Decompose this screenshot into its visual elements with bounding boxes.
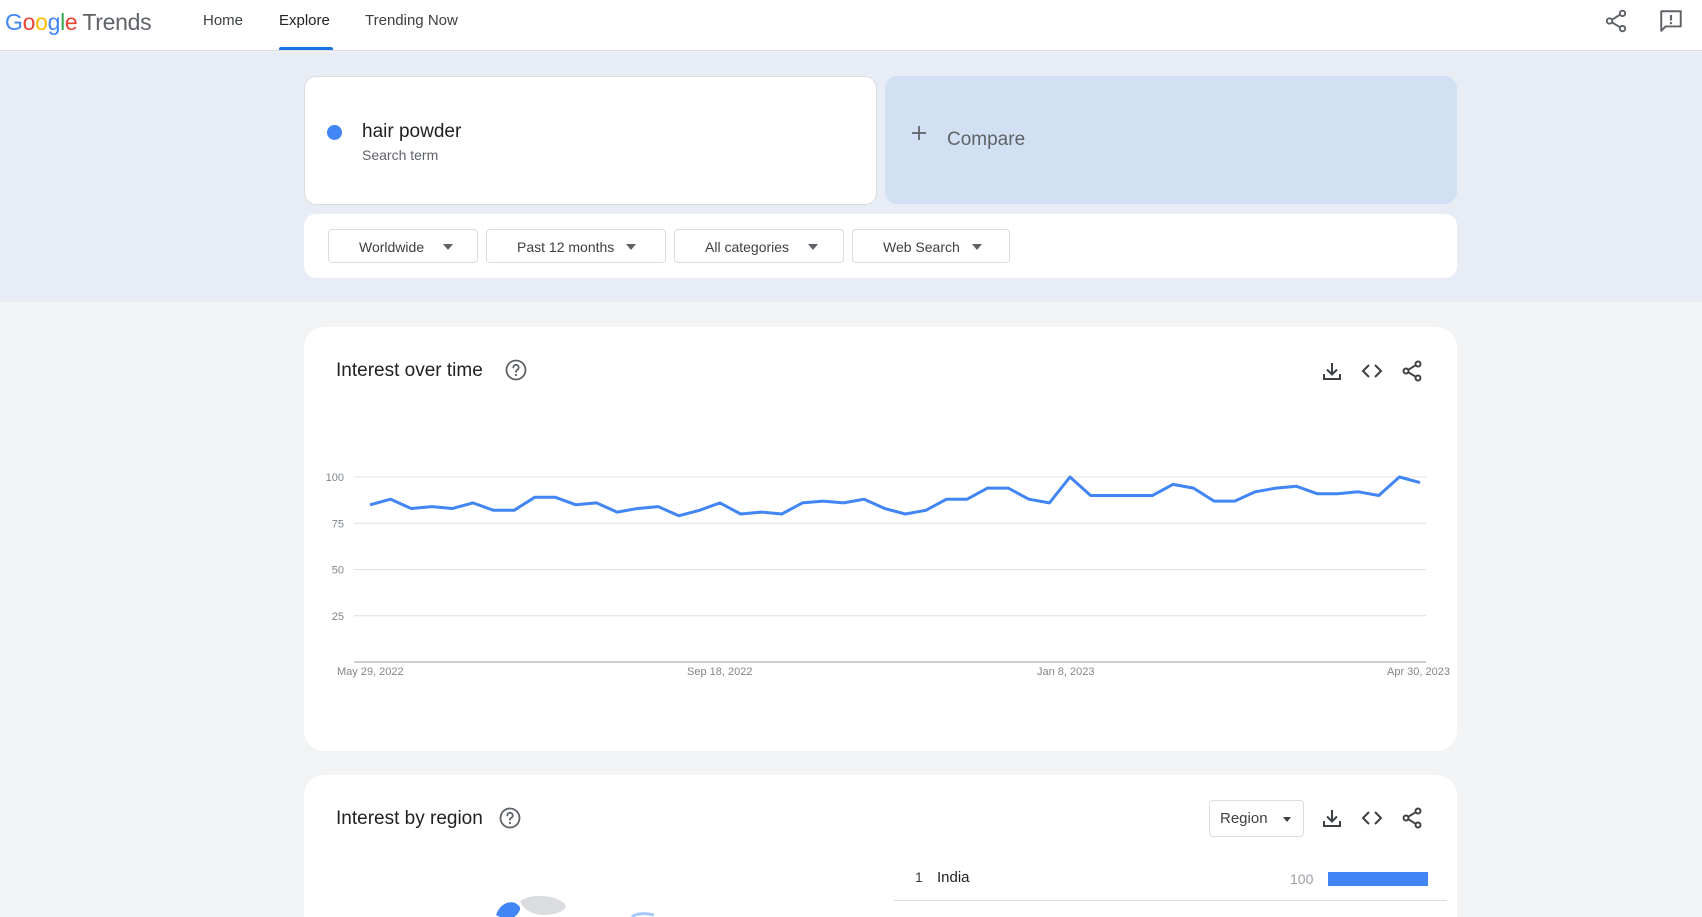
y-tick-label: 50	[332, 565, 344, 577]
help-icon[interactable]	[498, 806, 522, 830]
nav-tab-home[interactable]: Home	[203, 12, 243, 29]
region-value-bar	[1328, 872, 1428, 886]
y-tick-label: 100	[326, 472, 344, 484]
logo-product-name: Trends	[82, 9, 152, 35]
interest-over-time-chart[interactable]: 100 75 50 25 May 29, 2022 Sep 18, 2022 Jan 8, …	[304, 327, 1457, 751]
category-dropdown-label: All categories	[705, 239, 790, 255]
filter-bar: Worldwide Past 12 months All categories …	[304, 214, 1457, 278]
interest-over-time-card: Interest over time 100 75 50 25 May 29, 2022…	[304, 327, 1457, 751]
active-tab-indicator	[279, 47, 333, 50]
category-dropdown[interactable]: All categories	[674, 229, 844, 263]
x-tick-label: Apr 30, 2023	[1387, 666, 1450, 678]
x-tick-label: Jan 8, 2023	[1037, 666, 1095, 678]
logo-letter: o	[22, 9, 36, 35]
region-name: India	[937, 869, 970, 886]
logo-letter: g	[47, 9, 61, 35]
search-term-type: Search term	[362, 147, 439, 163]
search-term-name[interactable]: hair powder	[362, 121, 461, 143]
term-color-dot	[327, 125, 342, 140]
region-rank: 1	[915, 869, 923, 885]
y-tick-label: 75	[332, 518, 344, 530]
y-tick-label: 25	[332, 611, 344, 623]
world-map[interactable]	[454, 885, 674, 917]
caret-down-icon	[626, 244, 636, 250]
share-icon[interactable]	[1603, 8, 1629, 34]
embed-code-icon[interactable]	[1360, 806, 1384, 830]
google-trends-logo[interactable]: Google Trends	[5, 9, 152, 36]
region-row[interactable]: 1 India 100	[894, 853, 1447, 901]
time-range-dropdown[interactable]: Past 12 months	[486, 229, 666, 263]
caret-down-icon	[808, 244, 818, 250]
logo-letter: G	[5, 9, 23, 35]
feedback-icon[interactable]	[1658, 8, 1684, 34]
interest-by-region-card: Interest by region Region 1 India 100	[304, 775, 1457, 917]
nav-tab-explore[interactable]: Explore	[279, 12, 330, 29]
logo-letter: e	[64, 9, 78, 35]
compare-label: Compare	[947, 129, 1026, 150]
region-resolution-dropdown[interactable]: Region	[1209, 800, 1304, 837]
region-value: 100	[1290, 871, 1314, 887]
region-resolution-label: Region	[1220, 810, 1268, 827]
search-type-dropdown-label: Web Search	[883, 239, 960, 255]
nav-tab-trending-now[interactable]: Trending Now	[365, 12, 458, 29]
location-dropdown[interactable]: Worldwide	[328, 229, 478, 263]
caret-down-icon	[443, 244, 453, 250]
caret-down-icon	[1283, 817, 1291, 822]
x-tick-label: Sep 18, 2022	[687, 666, 752, 678]
location-dropdown-label: Worldwide	[359, 239, 425, 255]
top-bar: Google Trends Home Explore Trending Now	[0, 0, 1702, 51]
download-icon[interactable]	[1320, 806, 1344, 830]
search-type-dropdown[interactable]: Web Search	[852, 229, 1010, 263]
x-tick-label: May 29, 2022	[337, 666, 404, 678]
plus-icon	[912, 126, 926, 140]
series-line[interactable]	[369, 475, 1421, 518]
compare-button[interactable]: Compare	[885, 76, 1457, 204]
share-icon[interactable]	[1400, 806, 1424, 830]
time-range-dropdown-label: Past 12 months	[517, 239, 615, 255]
search-term-card[interactable]: hair powder Search term	[304, 76, 877, 205]
interest-by-region-title: Interest by region	[336, 808, 483, 829]
logo-letter: o	[35, 9, 48, 35]
caret-down-icon	[972, 244, 982, 250]
